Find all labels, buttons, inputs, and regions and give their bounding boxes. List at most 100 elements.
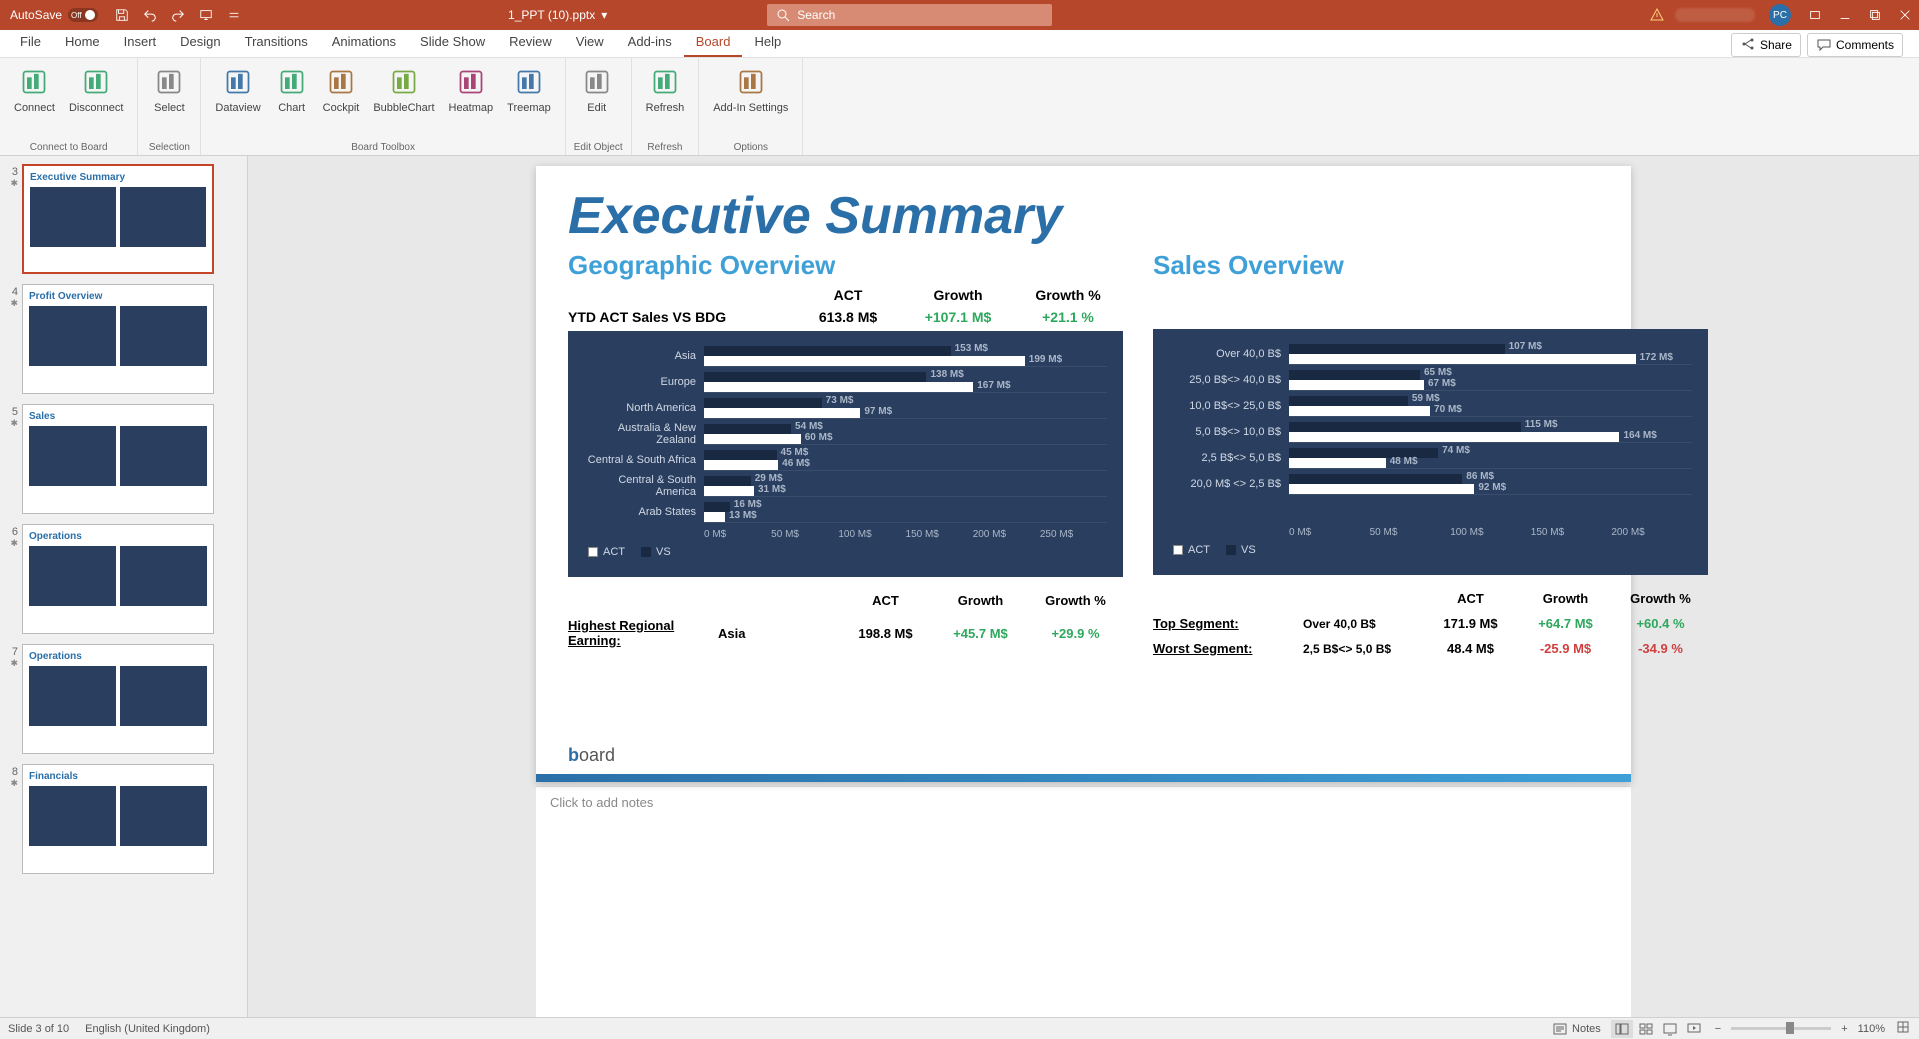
slide-editor-area[interactable]: Executive Summary Geographic Overview AC… — [248, 156, 1919, 1017]
slide-thumbnail[interactable]: Financials — [22, 764, 214, 874]
slide-thumbnail[interactable]: Operations — [22, 524, 214, 634]
heatmap-button[interactable]: Heatmap — [443, 62, 500, 140]
warning-icon[interactable] — [1649, 7, 1665, 23]
view-buttons — [1611, 1020, 1705, 1038]
treemap-button[interactable]: Treemap — [501, 62, 557, 140]
chart-bar-row: North America73 M$97 M$ — [584, 395, 1107, 421]
tab-home[interactable]: Home — [53, 28, 112, 57]
dataview-button[interactable]: Dataview — [209, 62, 266, 140]
maximize-icon[interactable] — [1861, 0, 1889, 30]
slide-thumbnail[interactable]: Sales — [22, 404, 214, 514]
thumb-number: 8 — [4, 764, 18, 778]
title-bar: AutoSave Off 1_PPT (10).pptx ▾ PC — [0, 0, 1919, 30]
language-indicator[interactable]: English (United Kingdom) — [85, 1023, 210, 1035]
chart-bar-row: 2,5 B$<> 5,0 B$74 M$48 M$ — [1169, 445, 1692, 471]
autosave-toggle[interactable]: Off — [68, 8, 98, 22]
chart-bar-row: 10,0 B$<> 25,0 B$59 M$70 M$ — [1169, 393, 1692, 419]
sales-top-row: Top Segment: Over 40,0 B$ 171.9 M$ +64.7… — [1153, 616, 1708, 631]
user-avatar[interactable]: PC — [1769, 4, 1791, 26]
fit-button[interactable] — [1895, 1019, 1911, 1038]
sales-worst-row: Worst Segment: 2,5 B$<> 5,0 B$ 48.4 M$ -… — [1153, 641, 1708, 656]
notes-pane[interactable]: Click to add notes — [536, 786, 1631, 1017]
redo-icon[interactable] — [164, 0, 192, 30]
tab-insert[interactable]: Insert — [112, 28, 169, 57]
add-in-settings-button[interactable]: Add-In Settings — [707, 62, 794, 140]
undo-icon[interactable] — [136, 0, 164, 30]
ribbon-display-icon[interactable] — [1801, 0, 1829, 30]
tab-help[interactable]: Help — [742, 28, 793, 57]
share-icon — [1740, 37, 1756, 53]
present-icon[interactable] — [192, 0, 220, 30]
zoom-in-button[interactable]: + — [1841, 1023, 1847, 1035]
chart-button[interactable]: Chart — [269, 62, 315, 140]
edit-button[interactable]: Edit — [574, 62, 620, 140]
edit-icon — [581, 66, 613, 98]
search-icon — [775, 7, 791, 23]
comment-icon — [1816, 37, 1832, 53]
save-icon[interactable] — [108, 0, 136, 30]
tab-board[interactable]: Board — [684, 28, 743, 57]
connect-icon — [18, 66, 50, 98]
chart-bar-row: Central & South America29 M$31 M$ — [584, 473, 1107, 499]
slide-thumbnail[interactable]: Executive Summary — [22, 164, 214, 274]
ribbon-group-board-toolbox: DataviewChartCockpitBubbleChartHeatmapTr… — [201, 58, 565, 155]
slide-thumbnails-panel[interactable]: 3✱Executive Summary4✱Profit Overview5✱Sa… — [0, 156, 248, 1017]
slideshow-view-button[interactable] — [1683, 1020, 1705, 1038]
tab-add-ins[interactable]: Add-ins — [616, 28, 684, 57]
slide-title: Executive Summary — [568, 186, 1599, 246]
chart-bar-row: Europe138 M$167 M$ — [584, 369, 1107, 395]
search-input[interactable] — [797, 8, 1044, 22]
notes-button[interactable]: Notes — [1552, 1021, 1601, 1037]
tab-transitions[interactable]: Transitions — [233, 28, 320, 57]
comments-button[interactable]: Comments — [1807, 33, 1903, 57]
ribbon-group-selection: SelectSelection — [138, 58, 201, 155]
geo-kpi-headers: ACT Growth Growth % — [568, 287, 1123, 303]
user-name — [1675, 8, 1755, 22]
zoom-level[interactable]: 110% — [1858, 1023, 1885, 1035]
refresh-icon — [649, 66, 681, 98]
slide-footer-bar — [536, 774, 1631, 782]
chart-bar-row: 20,0 M$ <> 2,5 B$86 M$92 M$ — [1169, 471, 1692, 497]
tab-review[interactable]: Review — [497, 28, 564, 57]
search-box[interactable] — [767, 4, 1052, 26]
geo-heading: Geographic Overview — [568, 250, 1123, 281]
refresh-button[interactable]: Refresh — [640, 62, 691, 140]
slide-thumbnail[interactable]: Operations — [22, 644, 214, 754]
disconnect-button[interactable]: Disconnect — [63, 62, 129, 140]
ribbon-group-refresh: RefreshRefresh — [632, 58, 700, 155]
sorter-view-button[interactable] — [1635, 1020, 1657, 1038]
close-icon[interactable] — [1891, 0, 1919, 30]
geographic-column: Geographic Overview ACT Growth Growth % … — [568, 250, 1123, 666]
slide-thumbnail[interactable]: Profit Overview — [22, 284, 214, 394]
autosave-label: AutoSave — [10, 8, 62, 22]
bubblechart-icon — [388, 66, 420, 98]
zoom-out-button[interactable]: − — [1715, 1023, 1721, 1035]
tab-design[interactable]: Design — [168, 28, 232, 57]
sales-heading: Sales Overview — [1153, 250, 1708, 281]
sales-info-headers: ACT Growth Growth % — [1153, 591, 1708, 606]
notes-icon — [1552, 1021, 1568, 1037]
tab-file[interactable]: File — [8, 28, 53, 57]
tab-animations[interactable]: Animations — [320, 28, 408, 57]
share-button[interactable]: Share — [1731, 33, 1801, 57]
customize-qat-icon[interactable] — [220, 0, 248, 30]
cockpit-button[interactable]: Cockpit — [317, 62, 366, 140]
select-button[interactable]: Select — [146, 62, 192, 140]
status-bar: Slide 3 of 10 English (United Kingdom) N… — [0, 1017, 1919, 1039]
tab-slide-show[interactable]: Slide Show — [408, 28, 497, 57]
slide-indicator[interactable]: Slide 3 of 10 — [8, 1023, 69, 1035]
filename[interactable]: 1_PPT (10).pptx ▾ — [508, 8, 607, 22]
tab-view[interactable]: View — [564, 28, 616, 57]
ribbon: ConnectDisconnectConnect to BoardSelectS… — [0, 58, 1919, 156]
reading-view-button[interactable] — [1659, 1020, 1681, 1038]
board-logo: board — [568, 745, 615, 766]
connect-button[interactable]: Connect — [8, 62, 61, 140]
minimize-icon[interactable] — [1831, 0, 1859, 30]
zoom-slider[interactable] — [1731, 1027, 1831, 1030]
normal-view-button[interactable] — [1611, 1020, 1633, 1038]
bubblechart-button[interactable]: BubbleChart — [367, 62, 440, 140]
chart-bar-row: Central & South Africa45 M$46 M$ — [584, 447, 1107, 473]
geo-highest-row: Highest Regional Earning: Asia 198.8 M$ … — [568, 618, 1123, 648]
slide-canvas[interactable]: Executive Summary Geographic Overview AC… — [536, 166, 1631, 782]
thumb-number: 7 — [4, 644, 18, 658]
